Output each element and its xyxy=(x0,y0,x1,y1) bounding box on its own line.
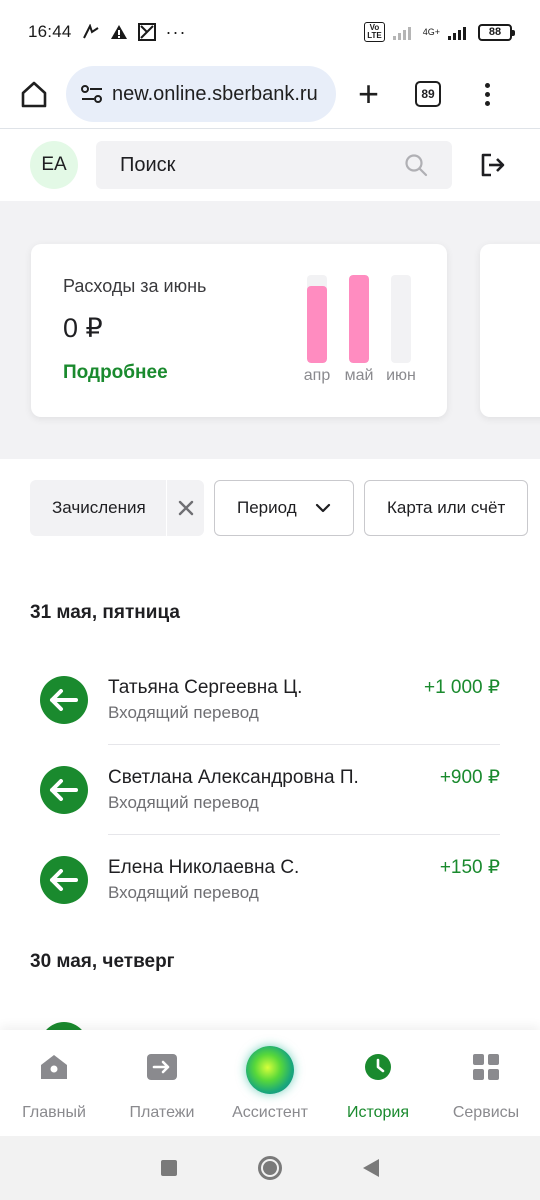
expense-card[interactable]: Расходы за июнь 0 ₽ Подробнее апр май ию… xyxy=(31,244,447,417)
browser-toolbar: new.online.sberbank.ru + 89 xyxy=(0,60,540,128)
logout-icon xyxy=(481,153,505,177)
incoming-transfer-icon xyxy=(40,766,88,814)
search-placeholder: Поиск xyxy=(120,153,176,176)
volte-icon: Vo LTE xyxy=(364,22,385,42)
nav-item-home[interactable]: Главный xyxy=(0,1030,108,1136)
back-icon[interactable] xyxy=(363,1159,380,1177)
transaction-name: Светлана Александровна П. xyxy=(108,767,359,788)
incoming-transfer-icon xyxy=(40,676,88,724)
app-notification-icon xyxy=(137,23,156,41)
filter-chip-incoming[interactable]: Зачисления xyxy=(30,480,204,536)
signal-strong-icon xyxy=(448,27,466,40)
home-icon xyxy=(21,81,47,108)
clock-icon xyxy=(363,1052,393,1082)
expense-bar: июн xyxy=(385,275,417,385)
transaction-row[interactable]: Елена Николаевна С. Входящий перевод +15… xyxy=(40,835,500,925)
summary-section: Расходы за июнь 0 ₽ Подробнее апр май ию… xyxy=(0,201,540,459)
logout-button[interactable] xyxy=(478,150,508,180)
nav-item-history[interactable]: История xyxy=(324,1030,432,1136)
nav-item-assistant[interactable]: Ассистент xyxy=(216,1030,324,1136)
bar-label: июн xyxy=(386,367,416,384)
close-icon xyxy=(178,500,193,516)
expense-mini-chart: апр май июн xyxy=(301,275,417,385)
grid-icon xyxy=(471,1052,501,1082)
search-input[interactable]: Поиск xyxy=(96,141,452,189)
battery-level: 88 xyxy=(488,26,502,38)
site-settings-icon[interactable] xyxy=(80,83,104,105)
incoming-transfer-icon xyxy=(40,856,88,904)
filter-period-dropdown[interactable]: Период xyxy=(214,480,354,536)
transaction-text: Татьяна Сергеевна Ц. Входящий перевод xyxy=(108,677,424,723)
transaction-name: Татьяна Сергеевна Ц. xyxy=(108,677,303,698)
transaction-amount: +1 000 ₽ xyxy=(423,677,500,698)
date-header: 30 мая, четверг xyxy=(30,951,175,972)
transaction-amount: +150 ₽ xyxy=(439,857,500,878)
system-navigation-bar xyxy=(0,1136,540,1200)
transfer-icon xyxy=(147,1052,177,1082)
filter-account-dropdown[interactable]: Карта или счёт xyxy=(364,480,529,536)
transaction-type: Входящий перевод xyxy=(108,883,259,902)
home-system-icon[interactable] xyxy=(257,1156,282,1180)
nfc-icon xyxy=(82,24,99,39)
more-notifications-icon: ··· xyxy=(165,21,187,42)
expense-bar: май xyxy=(343,275,375,385)
home-icon xyxy=(39,1052,69,1082)
nav-label: История xyxy=(346,1104,410,1121)
filter-chips: Зачисления Период Карта или счёт xyxy=(30,480,540,536)
status-bar: 16:44 ··· Vo LTE 4G+ 88 xyxy=(0,0,540,64)
transaction-text: Елена Николаевна С. Входящий перевод xyxy=(108,857,440,903)
tab-count: 89 xyxy=(421,87,435,101)
nav-label: Ассистент xyxy=(232,1104,308,1121)
nav-item-payments[interactable]: Платежи xyxy=(108,1030,216,1136)
date-header: 31 мая, пятница xyxy=(30,602,180,623)
bar-track xyxy=(391,275,411,363)
signal-icon xyxy=(392,27,411,40)
nav-label: Сервисы xyxy=(452,1104,520,1121)
home-button[interactable] xyxy=(16,76,52,112)
nav-item-services[interactable]: Сервисы xyxy=(432,1030,540,1136)
filter-chip-label: Зачисления xyxy=(52,498,146,517)
url-text: new.online.sberbank.ru xyxy=(112,82,318,105)
transaction-text: Светлана Александровна П. Входящий перев… xyxy=(108,767,440,813)
assistant-orb-icon xyxy=(246,1046,294,1094)
transaction-name: Елена Николаевна С. xyxy=(108,857,300,878)
tab-switcher-button[interactable]: 89 xyxy=(415,81,442,107)
chevron-down-icon xyxy=(315,503,331,513)
transaction-row[interactable]: Светлана Александровна П. Входящий перев… xyxy=(40,745,500,835)
nav-label: Платежи xyxy=(129,1104,195,1121)
bar-label: апр xyxy=(303,367,331,384)
status-notification-icons: ··· xyxy=(82,22,187,43)
period-label: Период xyxy=(237,498,297,517)
transaction-type: Входящий перевод xyxy=(108,703,259,722)
transaction-row[interactable]: Татьяна Сергеевна Ц. Входящий перевод +1… xyxy=(40,655,500,745)
battery-icon: 88 xyxy=(478,23,515,41)
avatar[interactable]: ЕА xyxy=(30,141,78,189)
warning-icon xyxy=(110,25,127,39)
search-icon xyxy=(405,154,428,177)
status-right: Vo LTE 4G+ 88 xyxy=(364,22,515,42)
address-bar[interactable]: new.online.sberbank.ru xyxy=(66,66,336,122)
recent-apps-icon[interactable] xyxy=(160,1160,177,1176)
app-header: ЕА Поиск xyxy=(0,129,540,201)
bottom-navigation: Главный Платежи Ассистент История Сервис… xyxy=(0,1030,540,1136)
browser-menu-button[interactable] xyxy=(485,82,491,106)
bar-track xyxy=(349,275,369,363)
bar-fill xyxy=(349,275,369,363)
bar-track xyxy=(307,275,327,363)
next-card-peek[interactable] xyxy=(480,244,540,417)
account-label: Карта или счёт xyxy=(387,498,506,517)
new-tab-button[interactable]: + xyxy=(358,76,379,112)
nav-label: Главный xyxy=(22,1104,86,1121)
bar-fill xyxy=(307,285,327,363)
network-type: 4G+ xyxy=(422,27,440,37)
avatar-initials: ЕА xyxy=(41,154,67,175)
status-time: 16:44 xyxy=(28,22,72,41)
transaction-type: Входящий перевод xyxy=(108,793,259,812)
expense-bar: апр xyxy=(301,275,333,385)
clear-filter-button[interactable] xyxy=(166,480,204,536)
bar-label: май xyxy=(344,367,374,384)
transaction-amount: +900 ₽ xyxy=(439,767,500,788)
